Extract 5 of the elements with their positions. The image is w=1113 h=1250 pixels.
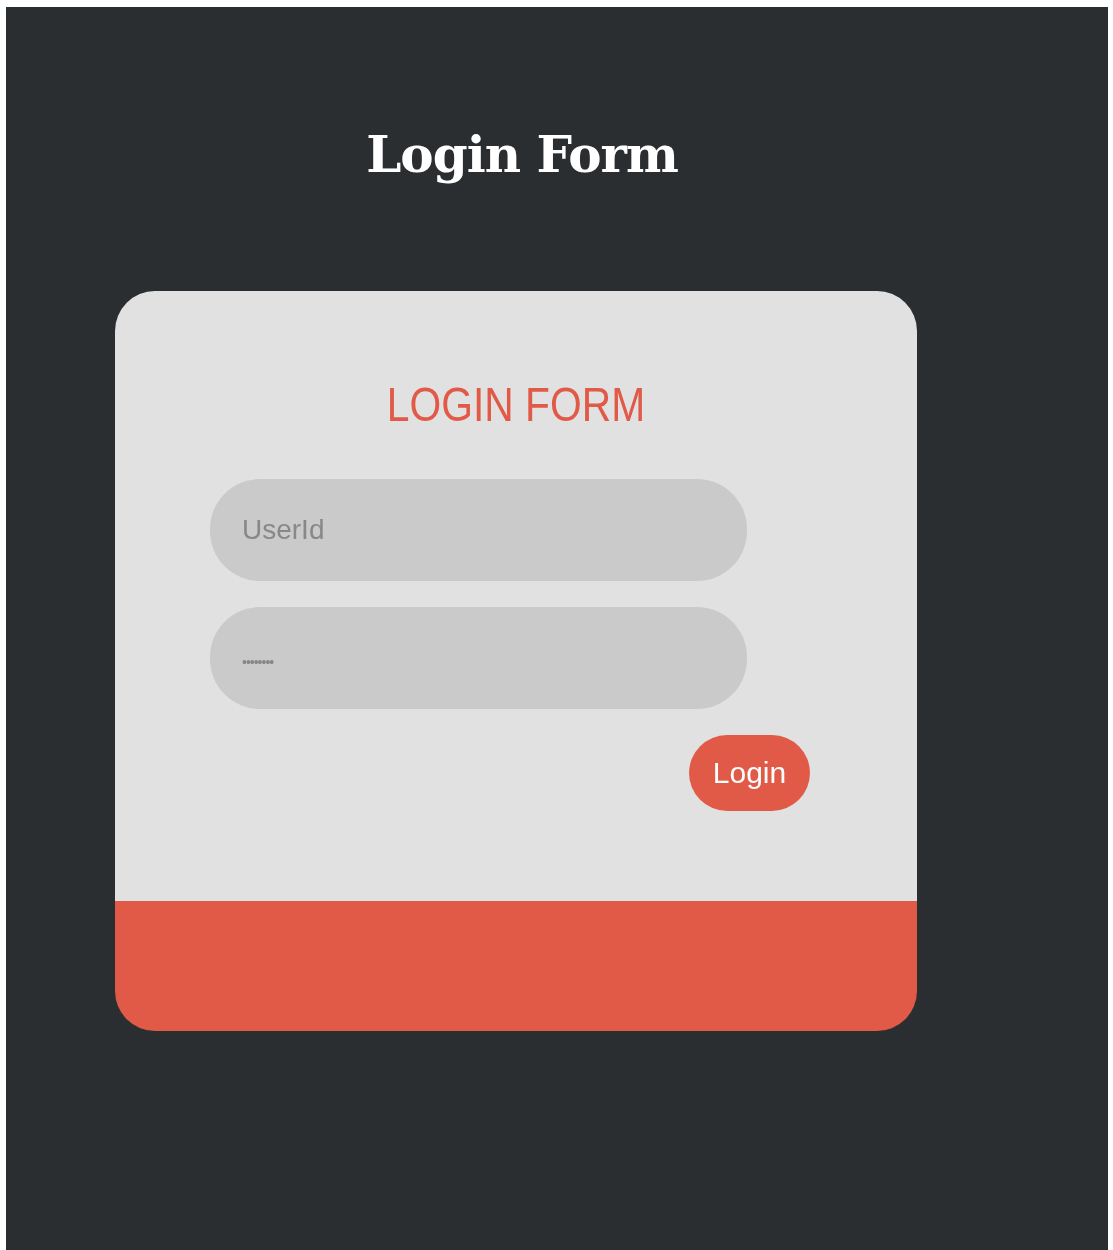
page-title: Login Form (365, 125, 679, 185)
form-heading: LOGIN FORM (385, 379, 647, 432)
user-id-field[interactable]: UserId (210, 478, 747, 581)
login-button[interactable]: Login (689, 734, 810, 811)
password-field[interactable]: •••••••• (210, 606, 747, 709)
